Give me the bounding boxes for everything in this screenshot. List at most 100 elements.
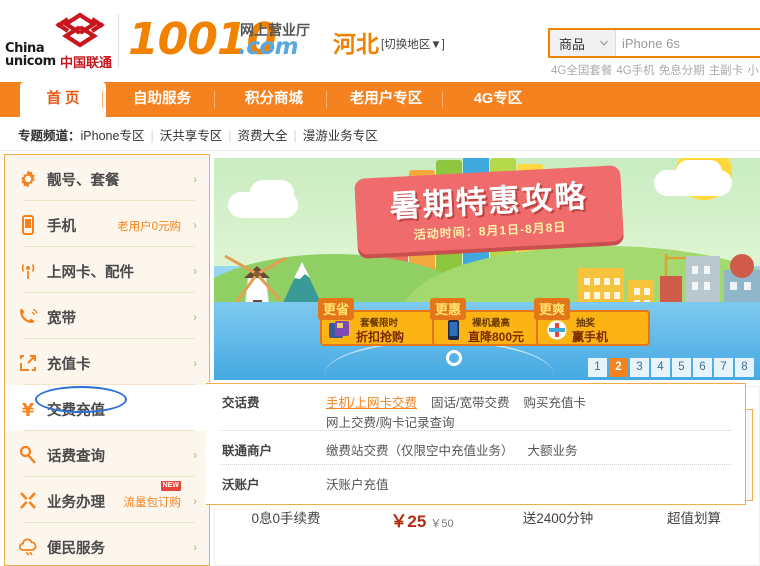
promo-line2: 折扣抢购 — [356, 330, 405, 344]
subnav-link-3[interactable]: 漫游业务专区 — [303, 129, 378, 143]
sidebar-item-note[interactable]: 老用户0元购 — [117, 218, 181, 234]
page-root: China unicom 中国联通 10010 网上营业厅 .com 河北 [切换… — [0, 0, 760, 566]
sidebar-item-label: 业务办理 — [47, 495, 105, 511]
promo-tag: 更惠 — [430, 298, 467, 320]
flyout-links-0[interactable]: 手机/上网卡交费 固话/宽带交费 购买充值卡 — [326, 392, 600, 411]
chevron-right-icon: › — [193, 310, 197, 324]
banner-page-7[interactable]: 7 — [714, 358, 733, 377]
banner-page-8[interactable]: 8 — [735, 358, 754, 377]
flyout-links-1[interactable]: 缴费站交费（仅限空中充值业务） 大额业务 — [326, 440, 592, 459]
sidebar-item-0[interactable]: 靓号、套餐 › — [5, 155, 209, 201]
search-input[interactable] — [622, 33, 760, 53]
sidebar-item-label: 手机 — [47, 219, 76, 235]
banner-pagination[interactable]: 12345678 — [586, 357, 754, 377]
sidebar-item-5[interactable]: ¥ 交费充值 — [5, 385, 209, 431]
telephone-icon — [17, 306, 39, 328]
flyout-links-2[interactable]: 沃账户充值 — [326, 474, 403, 493]
nav-tab-1[interactable]: 自助服务 — [110, 82, 214, 117]
product-caption: ￥25 ￥50 — [363, 507, 481, 532]
banner-page-4[interactable]: 4 — [651, 358, 670, 377]
china-unicom-logo[interactable]: China unicom 中国联通 — [2, 12, 115, 70]
region-name: 河北 — [333, 31, 379, 57]
flyout-link-0-1[interactable]: 固话/宽带交费 — [431, 396, 523, 410]
region-selector[interactable]: 河北 [切换地区▼] — [333, 31, 445, 59]
subnav-label: 专题频道： — [18, 129, 81, 143]
chevron-right-icon: › — [193, 540, 197, 554]
flyout-category-1[interactable]: 联通商户 — [222, 440, 272, 459]
nav-separator — [326, 91, 327, 108]
hot-word-link[interactable]: 主副卡 — [709, 65, 744, 77]
search-hot-words[interactable]: 4G全国套餐 4G手机 免息分期 主副卡小 — [551, 62, 760, 78]
nav-tab-2[interactable]: 积分商城 — [222, 82, 326, 117]
tools-icon — [17, 490, 39, 512]
banner-page-1[interactable]: 1 — [588, 358, 607, 377]
flyout-row-divider — [220, 430, 731, 431]
region-switch-link[interactable]: [切换地区▼] — [379, 39, 445, 51]
search-category-dropdown[interactable]: 商品 — [550, 30, 616, 56]
chevron-right-icon: › — [193, 494, 197, 508]
smartphone-icon — [448, 320, 459, 340]
promo-line2: 直降800元 — [468, 330, 525, 344]
banner-page-2[interactable]: 2 — [609, 358, 628, 377]
sidebar-item-2[interactable]: 上网卡、配件 › — [5, 247, 209, 293]
banner-page-5[interactable]: 5 — [672, 358, 691, 377]
subnav-separator: | — [150, 129, 154, 143]
nav-separator — [442, 91, 443, 108]
flyout-link-1-1[interactable]: 大额业务 — [528, 444, 592, 458]
hot-word-link[interactable]: 4G手机 — [616, 65, 654, 77]
promo-banner[interactable]: 暑期特惠攻略 活动时间：8月1日-8月8日 更省 套餐限时 折扣抢购 更惠 裸机… — [214, 158, 760, 380]
sidebar-item-4[interactable]: 充值卡 › — [5, 339, 209, 385]
topic-channel-links[interactable]: 专题频道：iPhone专区 | 沃共享专区 | 资费大全 | 漫游业务专区 — [18, 125, 378, 144]
nav-tab-0[interactable]: 首 页 — [20, 82, 106, 117]
search-bar[interactable]: 商品 — [548, 28, 760, 58]
subnav-link-2[interactable]: 资费大全 — [237, 129, 287, 143]
subnav-separator: | — [293, 129, 297, 143]
flyout-link-2-0[interactable]: 沃账户充值 — [326, 478, 403, 492]
product-caption: 超值划算 — [667, 511, 721, 526]
portal-logo[interactable]: 10010 网上营业厅 .com — [128, 18, 328, 66]
flyout-link-0-0[interactable]: 手机/上网卡交费 — [326, 396, 431, 410]
hot-word-link[interactable]: 小 — [747, 65, 759, 77]
cloud-icon — [676, 160, 722, 184]
flyout-link-1-0[interactable]: 缴费站交费（仅限空中充值业务） — [326, 444, 528, 458]
product-caption: 0息0手续费 — [251, 511, 321, 526]
promo-tag: 更省 — [318, 298, 355, 320]
category-sidebar[interactable]: 靓号、套餐 › 手机 老用户0元购 › 上网卡、配件 › 宽带 › 充值卡 › ¥ 交费充值 话费查询 › 业… — [4, 154, 210, 566]
category-flyout-panel[interactable]: 交话费 手机/上网卡交费 固话/宽带交费 购买充值卡网上交费/购卡记录查询联通商户 缴费… — [206, 383, 746, 505]
sidebar-item-7[interactable]: 业务办理 流量包订购 NEW › — [5, 477, 209, 523]
flyout-category-0[interactable]: 交话费 — [222, 392, 260, 411]
nav-separator — [214, 91, 215, 108]
flyout-category-2[interactable]: 沃账户 — [222, 474, 260, 493]
flyout-links2-0[interactable]: 网上交费/购卡记录查询 — [326, 412, 468, 431]
flyout-link2-0-0[interactable]: 网上交费/购卡记录查询 — [326, 416, 468, 430]
sidebar-item-label: 宽带 — [47, 311, 76, 327]
header-divider — [118, 14, 119, 68]
banner-page-3[interactable]: 3 — [630, 358, 649, 377]
main-navigation[interactable]: 首 页自助服务 积分商城 老用户专区 4G专区 — [0, 82, 760, 117]
subnav-link-1[interactable]: 沃共享专区 — [160, 129, 223, 143]
card-icon — [17, 352, 39, 374]
sidebar-item-note[interactable]: 流量包订购 — [124, 494, 182, 510]
sidebar-item-6[interactable]: 话费查询 › — [5, 431, 209, 477]
gift-icon — [547, 320, 567, 340]
chevron-right-icon: › — [193, 356, 197, 370]
sub-navigation: 专题频道：iPhone专区 | 沃共享专区 | 资费大全 | 漫游业务专区 — [0, 117, 760, 151]
sidebar-item-3[interactable]: 宽带 › — [5, 293, 209, 339]
banner-page-6[interactable]: 6 — [693, 358, 712, 377]
sidebar-item-label: 便民服务 — [47, 541, 105, 557]
brand-en: China unicom — [5, 42, 56, 68]
promo-card[interactable]: 更爽 抽奖 赢手机 — [534, 298, 650, 346]
new-badge: NEW — [160, 481, 181, 491]
chevron-right-icon: › — [193, 218, 197, 232]
product-price-now: ￥25 — [390, 512, 427, 531]
sidebar-item-1[interactable]: 手机 老用户0元购 › — [5, 201, 209, 247]
hot-word-link[interactable]: 4G全国套餐 — [551, 65, 612, 77]
sidebar-item-8[interactable]: 便民服务 › — [5, 523, 209, 566]
hot-word-link[interactable]: 免息分期 — [659, 65, 705, 77]
nav-tab-3[interactable]: 老用户专区 — [334, 82, 438, 117]
subnav-link-0[interactable]: iPhone专区 — [81, 129, 145, 143]
nav-tab-4[interactable]: 4G专区 — [450, 82, 546, 117]
svg-text:¥: ¥ — [22, 400, 35, 420]
nav-separator — [102, 91, 103, 108]
flyout-link-0-2[interactable]: 购买充值卡 — [523, 396, 600, 410]
